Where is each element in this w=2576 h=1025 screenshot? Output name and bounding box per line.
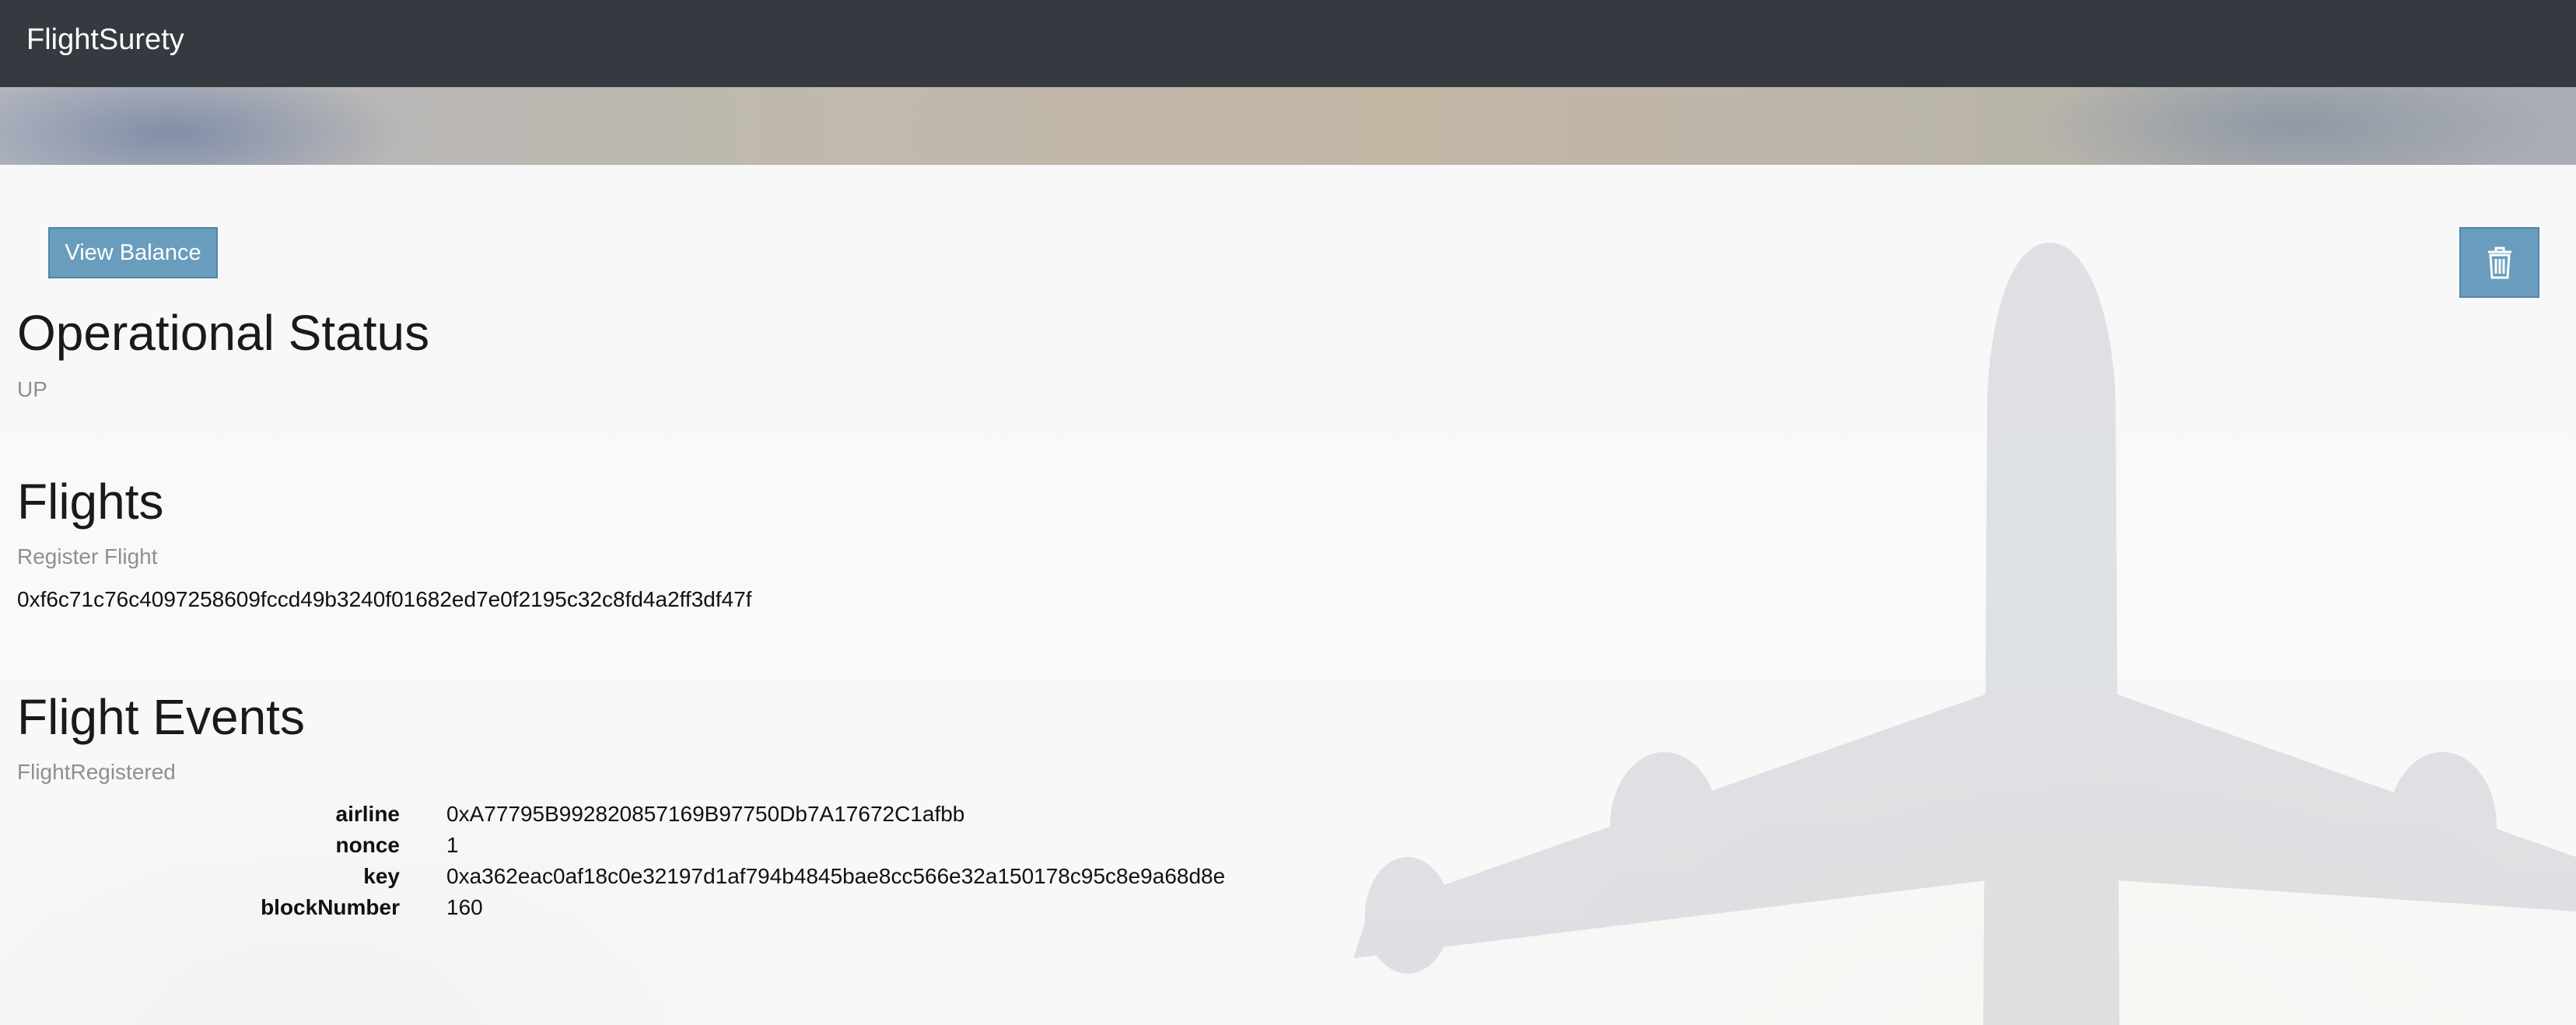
event-value: 160 [446, 895, 483, 919]
register-flight-label: Register Flight [17, 544, 158, 568]
event-key: blockNumber [261, 895, 400, 919]
flight-events-heading: Flight Events [17, 689, 305, 745]
event-name: FlightRegistered [17, 760, 176, 784]
operational-status-value: UP [17, 377, 47, 401]
event-value: 0xa362eac0af18c0e32197d1af794b4845bae8cc… [446, 864, 1226, 888]
trash-icon [2487, 247, 2511, 278]
delete-button[interactable] [2459, 227, 2539, 298]
event-row-nonce: nonce 1 [0, 830, 1556, 861]
flights-heading: Flights [17, 474, 164, 530]
brand-title[interactable]: FlightSurety [26, 22, 184, 58]
event-key: nonce [335, 833, 400, 857]
event-value: 0xA77795B992820857169B97750Db7A17672C1af… [446, 802, 965, 826]
flight-hash: 0xf6c71c76c4097258609fccd49b3240f01682ed… [17, 587, 752, 611]
navbar: FlightSurety [0, 0, 2576, 87]
event-key: key [363, 864, 400, 888]
main-panel: View Balance Operational Status UP Fligh… [0, 165, 2576, 1025]
view-balance-button[interactable]: View Balance [48, 227, 218, 278]
event-key: airline [335, 802, 400, 826]
event-row-airline: airline 0xA77795B992820857169B97750Db7A1… [0, 799, 1556, 830]
event-value: 1 [446, 833, 459, 857]
view-balance-label: View Balance [65, 240, 201, 265]
event-row-blocknumber: blockNumber 160 [0, 892, 1556, 923]
operational-status-heading: Operational Status [17, 305, 430, 361]
hero-banner [0, 87, 2576, 165]
event-row-key: key 0xa362eac0af18c0e32197d1af794b4845ba… [0, 861, 1556, 892]
